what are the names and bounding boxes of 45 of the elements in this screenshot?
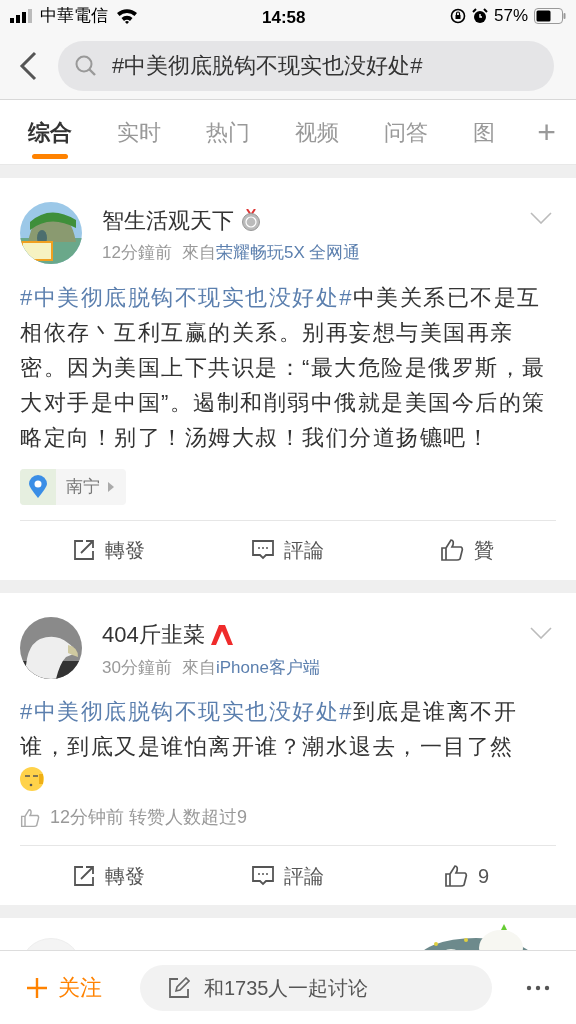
medal-icon: [240, 209, 262, 231]
action-button[interactable]: 評論: [198, 520, 378, 580]
more-button[interactable]: [526, 984, 550, 991]
thumbs-up-icon: [20, 807, 40, 828]
thumbs-up-icon: [439, 538, 464, 562]
topic-link[interactable]: #中美彻底脱钩不现实也没好处#: [20, 699, 353, 724]
discuss-button[interactable]: 和1735人一起讨论: [140, 964, 492, 1011]
like-note: 12分钟前 转赞人数超过9: [50, 806, 248, 829]
tab[interactable]: 综合: [28, 99, 117, 165]
plus-icon: [26, 976, 48, 999]
search-input[interactable]: #中美彻底脱钩不现实也没好处#: [112, 49, 538, 82]
rotation-lock-icon: [449, 8, 466, 24]
share-icon: [73, 864, 96, 887]
comment-icon: [252, 539, 274, 561]
author-name[interactable]: 智生活观天下: [102, 203, 234, 237]
source-link[interactable]: 荣耀畅玩5X 全网通: [215, 240, 361, 266]
share-icon: [73, 539, 96, 561]
location-pin-icon: [29, 474, 47, 499]
edit-icon: [168, 976, 190, 999]
author-name[interactable]: 404斤韭菜: [102, 618, 205, 651]
battery-percent: 57%: [493, 5, 528, 28]
topic-link[interactable]: #中美彻底脱钩不现实也没好处#: [20, 284, 353, 310]
source-label: 來自: [181, 242, 216, 264]
action-button[interactable]: 9: [377, 846, 556, 905]
carrier-name: 中華電信: [40, 5, 108, 28]
source-label: 來自: [181, 656, 216, 679]
action-button[interactable]: 評論: [198, 846, 378, 905]
badge-icon: [210, 624, 233, 645]
search-icon: [74, 53, 98, 78]
action-button[interactable]: 轉發: [20, 520, 199, 580]
source-link[interactable]: iPhone客户端: [215, 654, 320, 680]
action-button[interactable]: 轉發: [20, 846, 199, 905]
action-button[interactable]: 贊: [377, 520, 556, 580]
comment-icon: [252, 864, 274, 887]
status-time: 14:58: [262, 7, 306, 29]
search-field[interactable]: #中美彻底脱钩不现实也没好处#: [58, 40, 554, 91]
post-time: 12分鐘前: [102, 242, 172, 264]
post-text: #中美彻底脱钩不现实也没好处#到底是谁离不开谁，到底又是谁怕离开谁？潮水退去，一目了然: [20, 698, 519, 761]
location-tag[interactable]: 南宁: [20, 468, 126, 505]
battery-icon: [534, 8, 566, 24]
post-time: 30分鐘前: [102, 656, 172, 679]
alarm-icon: [471, 8, 488, 24]
thumbs-up-icon: [444, 863, 469, 888]
wifi-icon: [116, 8, 138, 24]
post-text: #中美彻底脱钩不现实也没好处#中美关系已不是互相依存丶互利互赢的关系。别再妄想与美国再亲密。因为美国上下共识是：“最大危险是俄罗斯，最大对手是中国”。遏制和削弱中俄就是美国今后的策略定向！别了！汤姆大叔！我们分道扬镳吧！: [20, 283, 547, 452]
